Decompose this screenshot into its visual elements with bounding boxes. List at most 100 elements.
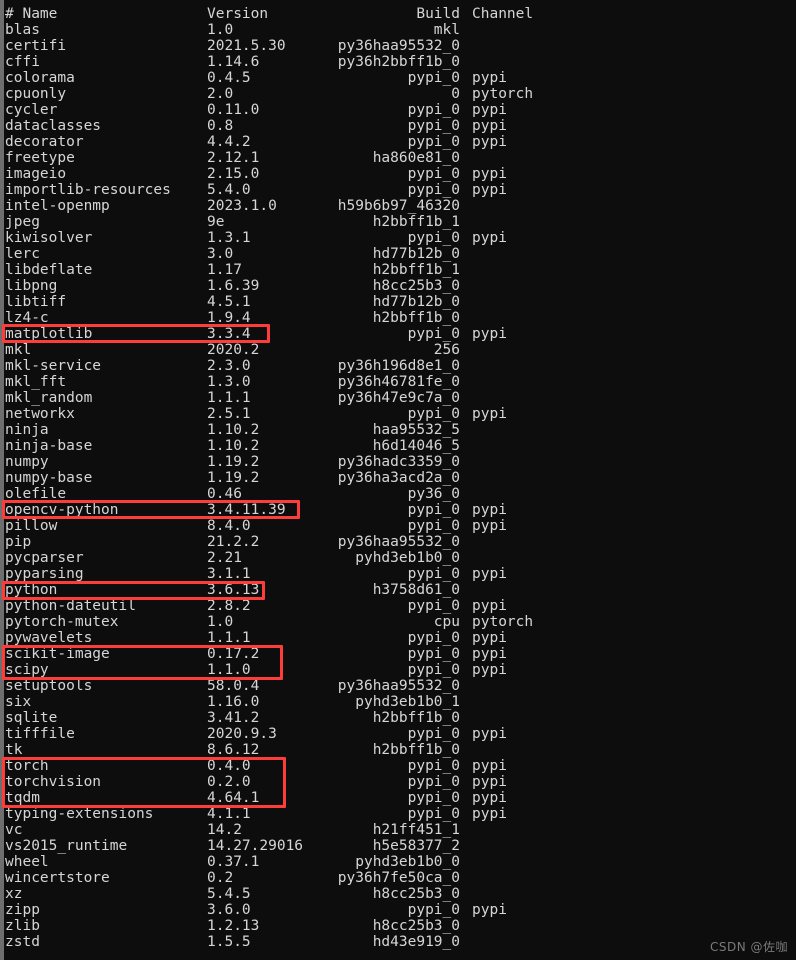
package-build: haa95532_5: [372, 422, 460, 438]
package-build: h21ff451_1: [372, 822, 460, 838]
table-row: mkl_fft 1.3.0 py36h46781fe_0: [0, 374, 796, 390]
table-row: dataclasses 0.8 pypi_0 pypi: [0, 118, 796, 134]
table-row: pytorch-mutex 1.0 cpu pytorch: [0, 614, 796, 630]
package-build: pypi_0: [407, 166, 460, 182]
package-build: pypi_0: [407, 406, 460, 422]
table-row: kiwisolver 1.3.1 pypi_0 pypi: [0, 230, 796, 246]
package-build: 0: [451, 86, 460, 102]
package-build: h59b6b97_46320: [337, 198, 460, 214]
package-build: pypi_0: [407, 774, 460, 790]
package-build: pypi_0: [407, 118, 460, 134]
table-row: blas 1.0 mkl: [0, 22, 796, 38]
package-build: h2bbff1b_0: [372, 310, 460, 326]
package-build: py36haa95532_0: [337, 534, 460, 550]
table-row: certifi 2021.5.30 py36haa95532_0: [0, 38, 796, 54]
table-row: mkl 2020.2 256: [0, 342, 796, 358]
table-row: ninja-base 1.10.2 h6d14046_5: [0, 438, 796, 454]
table-row: sqlite 3.41.2 h2bbff1b_0: [0, 710, 796, 726]
package-build: pypi_0: [407, 182, 460, 198]
package-build: pypi_0: [407, 662, 460, 678]
table-row: mkl-service 2.3.0 py36h196d8e1_0: [0, 358, 796, 374]
package-channel: pypi: [472, 518, 507, 534]
package-build: pypi_0: [407, 790, 460, 806]
table-row: cpuonly 2.0 0 pytorch: [0, 86, 796, 102]
table-row: pillow 8.4.0 pypi_0 pypi: [0, 518, 796, 534]
package-channel: pypi: [472, 774, 507, 790]
package-build: 256: [433, 342, 460, 358]
table-row: lz4-c 1.9.4 h2bbff1b_0: [0, 310, 796, 326]
table-row: python-dateutil 2.8.2 pypi_0 pypi: [0, 598, 796, 614]
package-build: py36hadc3359_0: [337, 454, 460, 470]
package-build: pypi_0: [407, 758, 460, 774]
package-channel: pypi: [472, 406, 507, 422]
package-channel: pypi: [472, 630, 507, 646]
package-build: hd43e919_0: [372, 934, 460, 950]
package-build: mkl: [433, 22, 460, 38]
table-row: opencv-python 3.4.11.39 pypi_0 pypi: [0, 502, 796, 518]
table-row: jpeg 9e h2bbff1b_1: [0, 214, 796, 230]
package-build: pyhd3eb1b0_0: [355, 550, 460, 566]
package-build: h2bbff1b_0: [372, 710, 460, 726]
table-row: decorator 4.4.2 pypi_0 pypi: [0, 134, 796, 150]
package-build: h2bbff1b_1: [372, 214, 460, 230]
package-channel: pypi: [472, 806, 507, 822]
package-build: py36h196d8e1_0: [337, 358, 460, 374]
package-list: # Name Version Build Channel blas 1.0 mkl c…: [0, 0, 796, 960]
package-channel: pypi: [472, 134, 507, 150]
table-header-row: # Name Version Build Channel: [0, 6, 796, 22]
package-build: pypi_0: [407, 630, 460, 646]
table-row: ninja 1.10.2 haa95532_5: [0, 422, 796, 438]
table-row: scikit-image 0.17.2 pypi_0 pypi: [0, 646, 796, 662]
package-build: h2bbff1b_1: [372, 262, 460, 278]
package-channel: pypi: [472, 326, 507, 342]
table-row: tqdm 4.64.1 pypi_0 pypi: [0, 790, 796, 806]
package-build: h8cc25b3_0: [372, 886, 460, 902]
table-row: mkl_random 1.1.1 py36h47e9c7a_0: [0, 390, 796, 406]
package-build: pypi_0: [407, 502, 460, 518]
package-build: h5e58377_2: [372, 838, 460, 854]
table-row: zstd 1.5.5 hd43e919_0: [0, 934, 796, 950]
table-row: torch 0.4.0 pypi_0 pypi: [0, 758, 796, 774]
table-row: imageio 2.15.0 pypi_0 pypi: [0, 166, 796, 182]
table-row: intel-openmp 2023.1.0 h59b6b97_46320: [0, 198, 796, 214]
package-build: pypi_0: [407, 566, 460, 582]
package-build: pypi_0: [407, 230, 460, 246]
table-row: cffi 1.14.6 py36h2bbff1b_0: [0, 54, 796, 70]
package-channel: pypi: [472, 646, 507, 662]
table-row: xz 5.4.5 h8cc25b3_0: [0, 886, 796, 902]
package-build: pypi_0: [407, 902, 460, 918]
package-build: pypi_0: [407, 326, 460, 342]
package-channel: pypi: [472, 566, 507, 582]
package-build: py36ha3acd2a_0: [337, 470, 460, 486]
package-build: pypi_0: [407, 598, 460, 614]
table-row: colorama 0.4.5 pypi_0 pypi: [0, 70, 796, 86]
table-row: lerc 3.0 hd77b12b_0: [0, 246, 796, 262]
package-channel: pypi: [472, 726, 507, 742]
table-row: importlib-resources 5.4.0 pypi_0 pypi: [0, 182, 796, 198]
table-row: freetype 2.12.1 ha860e81_0: [0, 150, 796, 166]
package-build: h2bbff1b_0: [372, 742, 460, 758]
package-build: pypi_0: [407, 646, 460, 662]
package-build: pypi_0: [407, 726, 460, 742]
package-channel: pypi: [472, 598, 507, 614]
package-channel: pypi: [472, 758, 507, 774]
package-build: pypi_0: [407, 806, 460, 822]
package-build: py36h7fe50ca_0: [337, 870, 460, 886]
package-build: py36h46781fe_0: [337, 374, 460, 390]
package-channel: pypi: [472, 118, 507, 134]
table-row: olefile 0.46 py36_0: [0, 486, 796, 502]
table-row: zlib 1.2.13 h8cc25b3_0: [0, 918, 796, 934]
table-row: typing-extensions 4.1.1 pypi_0 pypi: [0, 806, 796, 822]
package-channel: pypi: [472, 902, 507, 918]
package-build: h8cc25b3_0: [372, 918, 460, 934]
package-build: h3758d61_0: [372, 582, 460, 598]
package-build: pypi_0: [407, 70, 460, 86]
package-channel: pypi: [472, 102, 507, 118]
table-row: vc 14.2 h21ff451_1: [0, 822, 796, 838]
package-build: h8cc25b3_0: [372, 278, 460, 294]
table-row: zipp 3.6.0 pypi_0 pypi: [0, 902, 796, 918]
table-row: pycparser 2.21 pyhd3eb1b0_0: [0, 550, 796, 566]
package-channel: pytorch: [472, 86, 534, 102]
header-channel: Channel: [472, 6, 534, 22]
table-row: matplotlib 3.3.4 pypi_0 pypi: [0, 326, 796, 342]
